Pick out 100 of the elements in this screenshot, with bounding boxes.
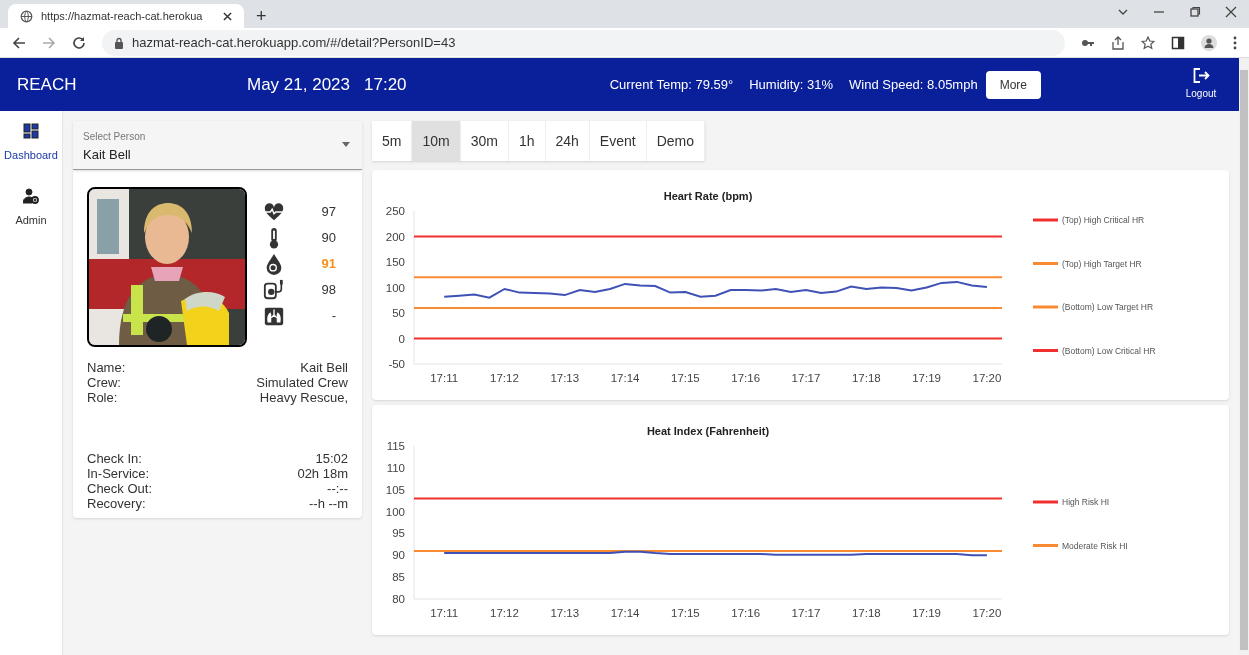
field-value: --:-- [327,481,348,496]
time-range-tab[interactable]: Event [589,121,647,161]
axis-label: 17:19 [912,372,941,384]
side-panel-icon[interactable] [1171,35,1185,50]
close-icon[interactable] [223,11,232,21]
reload-icon[interactable] [72,35,86,50]
vital-value: - [331,307,336,326]
profile-icon[interactable] [1201,34,1217,51]
menu-icon[interactable] [1233,35,1237,50]
axis-label: 95 [392,527,405,540]
axis-label: 17:18 [851,372,881,384]
field-label: Recovery: [87,496,146,511]
axis-label: 85 [392,571,405,584]
legend-swatch [1033,544,1058,547]
address-bar[interactable]: hazmat-reach-cat.herokuapp.com/#/detail?PersonID=43 [102,29,1065,56]
field-value: 15:02 [315,451,348,466]
wind-speed-text: Wind Speed: 8.05mph [849,75,978,94]
axis-label: 17:12 [490,607,519,619]
dropdown-caret-icon [342,142,350,147]
lungs-icon [263,305,285,327]
vital-value: 97 [321,203,336,222]
field-label: Name: [87,360,126,375]
time-range-tab[interactable]: 5m [372,121,413,161]
legend-swatch [1033,500,1058,504]
axis-label: 80 [392,593,405,605]
temperature-text: Current Temp: 79.59° [609,75,734,94]
field-value: Heavy Rescue, [259,390,348,405]
axis-label: 17:19 [912,607,941,619]
legend-label: (Bottom) Low Target HR [1062,302,1153,312]
chart-title: Heart Rate (bpm) [663,190,753,202]
axis-label: 0 [398,332,405,345]
axis-label: 17:20 [972,607,1002,619]
legend-label: Moderate Risk HI [1062,540,1128,551]
axis-label: 150 [385,256,405,268]
axis-label: 17:16 [731,372,761,384]
new-tab-button[interactable]: + [256,7,267,25]
legend-label: (Bottom) Low Critical HR [1062,345,1156,356]
humidity-text: Humidity: 31% [749,75,833,94]
field-value: Simulated Crew [256,375,348,390]
more-button[interactable]: More [985,70,1041,99]
vital-value: 98 [321,281,336,300]
field-value: 02h 18m [297,466,348,481]
axis-label: 17:14 [610,372,640,384]
time-text: 17:20 [364,73,407,96]
time-range-tab[interactable]: 10m [412,121,461,161]
axis-label: 17:11 [430,607,459,619]
time-range-tab[interactable]: 1h [508,121,546,161]
sidebar-item[interactable]: Admin [15,187,47,228]
app-title: REACH [17,73,78,96]
globe-icon [20,9,33,23]
axis-label: -50 [388,358,405,370]
axis-label: 200 [385,230,405,243]
time-range-tab[interactable]: 24h [545,121,590,161]
close-icon[interactable] [1225,6,1237,18]
axis-label: 105 [385,483,405,496]
time-range-tab[interactable]: 30m [460,121,509,161]
browser-tab[interactable]: https://hazmat-reach-cat.herokua [8,4,244,28]
chart-title: Heat Index (Fahrenheit) [646,425,770,437]
logout-icon[interactable] [1192,68,1210,83]
vital-value: 90 [321,229,336,248]
field-value: --h --m [309,496,348,511]
axis-label: 110 [386,461,405,474]
legend-swatch [1033,262,1058,265]
axis-label: 17:18 [851,607,881,619]
field-label: Crew: [87,375,121,390]
axis-label: 250 [385,205,405,217]
field-label: In-Service: [87,466,150,481]
field-value: Kait Bell [300,360,348,375]
axis-label: 90 [392,549,405,562]
logout-label[interactable]: Logout [1185,86,1217,101]
axis-label: 17:11 [430,372,459,384]
legend-swatch [1033,349,1058,352]
axis-label: 100 [385,505,405,518]
axis-label: 17:20 [972,372,1002,384]
url-text: hazmat-reach-cat.herokuapp.com/#/detail?PersonID=43 [132,33,456,52]
axis-label: 17:14 [610,607,640,619]
select-person-field[interactable]: Select Person Kait Bell [73,121,362,170]
back-icon[interactable] [12,35,26,50]
axis-label: 17:15 [671,372,700,384]
star-icon[interactable] [1141,35,1155,50]
axis-label: 17:13 [550,372,580,384]
sidebar-item[interactable]: Dashboard [4,123,58,164]
tab-title: https://hazmat-reach-cat.herokua [41,8,204,24]
restore-icon[interactable] [1189,6,1201,18]
blood-pressure-icon [263,279,285,301]
time-range-tab[interactable]: Demo [646,121,706,161]
legend-label: High Risk HI [1062,497,1110,507]
user-gear-icon [23,187,39,204]
axis-label: 17:12 [490,372,519,384]
axis-label: 17:13 [550,607,580,619]
field-label: Check In: [87,451,142,466]
axis-label: 17:15 [671,607,700,619]
axis-label: 17:17 [791,607,821,619]
share-icon[interactable] [1111,35,1125,50]
vital-value: 91 [321,255,336,274]
legend-label: (Top) High Target HR [1062,258,1142,269]
lock-icon [114,36,124,49]
axis-label: 115 [386,440,405,452]
scrollbar[interactable] [1239,58,1249,655]
field-label: Check Out: [87,481,153,496]
